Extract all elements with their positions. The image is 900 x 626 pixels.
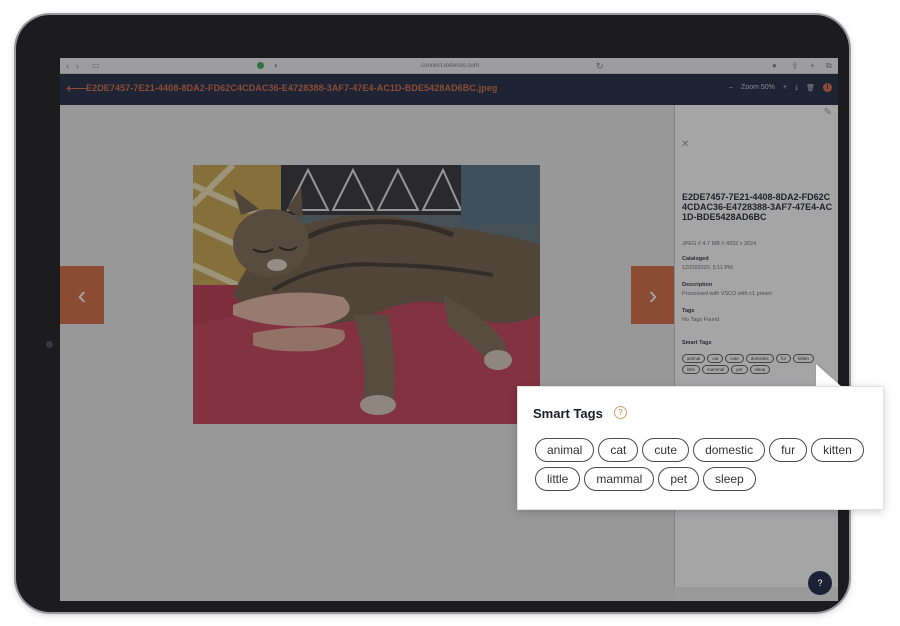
share-icon[interactable]: ⇪ bbox=[791, 61, 799, 71]
zoom-level: Zoom 50% bbox=[741, 84, 775, 91]
zoom-in-button[interactable]: + bbox=[783, 84, 787, 91]
camera-dot bbox=[46, 341, 53, 348]
smart-tag-kitten[interactable]: kitten bbox=[811, 438, 864, 462]
panel-file-title: E2DE7457-7E21-4408-8DA2-FD62C4CDAC36-E47… bbox=[682, 192, 833, 222]
back-arrow-icon[interactable]: ⟵ bbox=[66, 80, 88, 98]
smart-tag[interactable]: animal bbox=[682, 354, 706, 363]
pencil-icon[interactable]: ✎ bbox=[824, 107, 832, 118]
smart-tag-mammal[interactable]: mammal bbox=[584, 467, 655, 491]
smart-tag[interactable]: little bbox=[682, 365, 701, 374]
download-icon[interactable]: ⤓ bbox=[795, 84, 798, 92]
smart-tag-animal[interactable]: animal bbox=[535, 438, 595, 462]
smart-tag-cat[interactable]: cat bbox=[598, 438, 639, 462]
tabs-icon[interactable]: ⧉ bbox=[826, 61, 832, 71]
file-meta: JPEG // 4.7 MB // 4032 x 3024 bbox=[682, 241, 757, 247]
browser-forward-icon[interactable]: › bbox=[76, 61, 79, 71]
tags-label: Tags bbox=[682, 308, 695, 314]
smart-tag-sleep[interactable]: sleep bbox=[703, 467, 756, 491]
chevron-left-icon[interactable]: ‹ bbox=[60, 266, 104, 324]
smart-tags-label: Smart Tags bbox=[682, 340, 712, 346]
help-icon[interactable]: ? bbox=[614, 406, 627, 419]
smart-tag-fur[interactable]: fur bbox=[769, 438, 808, 462]
smart-tag-cute[interactable]: cute bbox=[642, 438, 690, 462]
ipad-frame: ‹ › ▭ ◐ connect.extensis.com ↻ ● ⇪ + ⧉ ⟵… bbox=[16, 15, 849, 612]
smart-tag[interactable]: sleep bbox=[749, 365, 771, 374]
add-tab-icon[interactable]: + bbox=[810, 61, 815, 71]
description-label: Description bbox=[682, 282, 713, 288]
close-icon[interactable]: ✕ bbox=[681, 139, 689, 150]
file-title: E2DE7457-7E21-4408-8DA2-FD62C4CDAC36-E47… bbox=[86, 83, 498, 93]
browser-toolbar: ‹ › ▭ ◐ connect.extensis.com ↻ ● ⇪ + ⧉ bbox=[60, 58, 838, 74]
cataloged-label: Cataloged bbox=[682, 256, 709, 262]
app-header: ⟵ E2DE7457-7E21-4408-8DA2-FD62C4CDAC36-E… bbox=[60, 74, 838, 105]
smart-tag-little[interactable]: little bbox=[535, 467, 581, 491]
smart-tag[interactable]: kitten bbox=[793, 354, 814, 363]
smart-tag[interactable]: cat bbox=[707, 354, 724, 363]
cat-photo bbox=[193, 165, 540, 424]
description-value: Processed with VSCO with c1 preset bbox=[682, 291, 772, 297]
image-viewer: ‹ › bbox=[60, 105, 675, 601]
smart-tag[interactable]: fur bbox=[775, 354, 792, 363]
cataloged-value: 12/20/2020, 5:11 PM bbox=[682, 265, 733, 271]
trash-icon[interactable]: 🗑 bbox=[806, 84, 815, 92]
extension-icon[interactable] bbox=[257, 62, 264, 69]
preview-image bbox=[193, 165, 540, 424]
browser-back-icon[interactable]: ‹ bbox=[66, 61, 69, 71]
header-toolbar: – Zoom 50% + ⤓ 🗑 i bbox=[729, 83, 832, 92]
sidebar-icon[interactable]: ▭ bbox=[92, 61, 100, 71]
chevron-right-icon[interactable]: › bbox=[631, 266, 675, 324]
callout-tag-row: animal cat cute domestic fur kitten bbox=[535, 438, 864, 462]
smart-tag[interactable]: mammal bbox=[702, 365, 730, 374]
callout-pointer bbox=[816, 364, 842, 387]
help-icon[interactable]: ? bbox=[808, 571, 832, 595]
smart-tag-domestic[interactable]: domestic bbox=[693, 438, 766, 462]
shield-icon[interactable]: ◐ bbox=[274, 61, 279, 71]
info-icon[interactable]: i bbox=[823, 83, 832, 92]
smart-tag[interactable]: pet bbox=[731, 365, 748, 374]
smart-tags-callout: Smart Tags ? animal cat cute domestic fu… bbox=[517, 386, 884, 510]
screen: ‹ › ▭ ◐ connect.extensis.com ↻ ● ⇪ + ⧉ ⟵… bbox=[60, 58, 838, 601]
info-panel: ✎ ✕ E2DE7457-7E21-4408-8DA2-FD62C4CDAC36… bbox=[674, 105, 838, 587]
tags-value: No Tags Found bbox=[682, 317, 720, 323]
downloads-icon[interactable]: ● bbox=[772, 61, 777, 71]
callout-tag-row: little mammal pet sleep bbox=[535, 467, 756, 491]
smart-tag-pet[interactable]: pet bbox=[658, 467, 700, 491]
smart-tag[interactable]: cute bbox=[725, 354, 744, 363]
smart-tags-list: animal cat cute domestic fur kitten litt… bbox=[682, 354, 832, 374]
callout-title: Smart Tags bbox=[533, 406, 603, 421]
reload-icon[interactable]: ↻ bbox=[596, 61, 604, 71]
url-field[interactable]: connect.extensis.com bbox=[290, 61, 610, 71]
zoom-out-button[interactable]: – bbox=[729, 84, 733, 91]
smart-tag[interactable]: domestic bbox=[745, 354, 774, 363]
